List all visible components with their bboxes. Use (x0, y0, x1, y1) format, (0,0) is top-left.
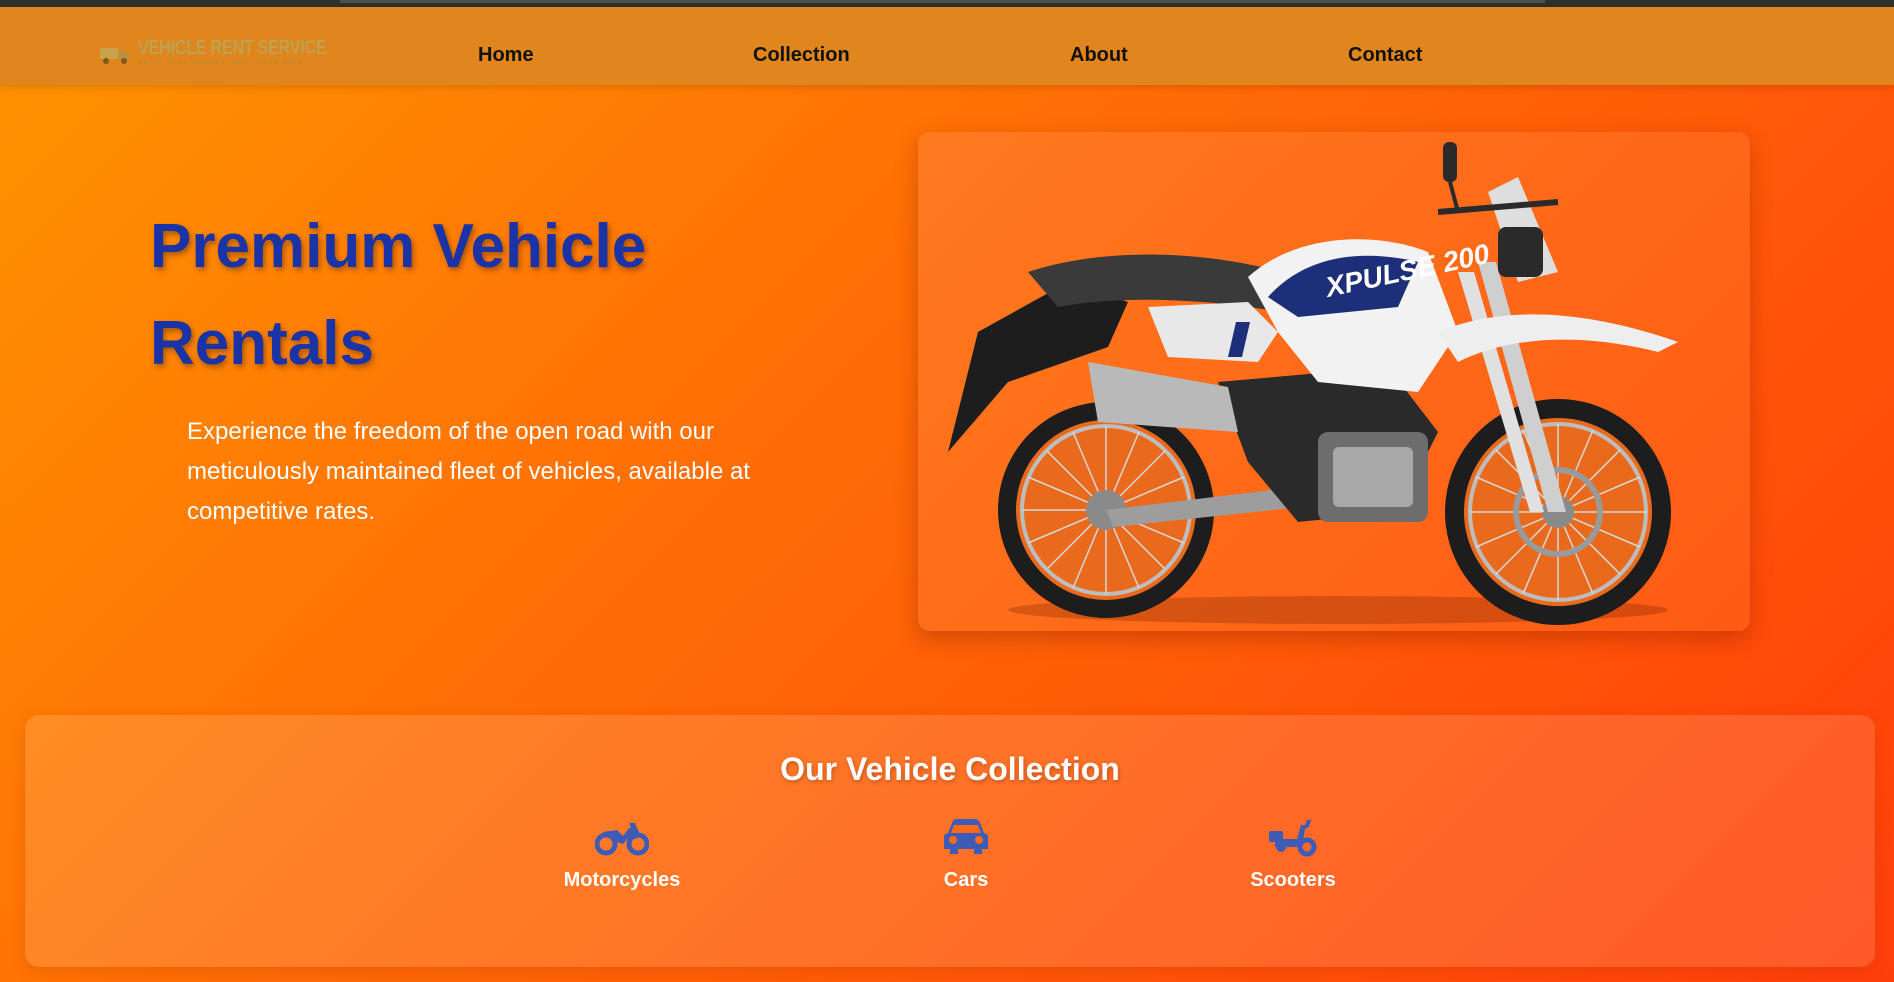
scrollbar-track (340, 0, 1545, 3)
hero-title: Premium Vehicle Rentals (150, 212, 647, 378)
car-icon (944, 819, 988, 854)
category-scooters[interactable]: Scooters (1193, 817, 1393, 892)
motorcycle-icon (595, 823, 649, 856)
nav-about[interactable]: About (1070, 44, 1128, 67)
category-label-scooters: Scooters (1250, 869, 1336, 891)
scooter-icon (1269, 820, 1317, 857)
hero-image-card: XPULSE 200 (918, 132, 1750, 631)
logo-tagline: DRIVE YOUR DREAMS, RENT YOUR RIDE (138, 60, 304, 66)
truck-logo-icon (100, 48, 130, 64)
browser-top-strip (0, 0, 1894, 7)
logo-text: VEHICLE RENT SERVICE (138, 37, 327, 59)
vehicle-collection-section: Our Vehicle Collection Motorcycles Cars … (25, 715, 1875, 967)
category-cars[interactable]: Cars (866, 817, 1066, 892)
motorcycle-image: XPULSE 200 (948, 142, 1678, 625)
navbar: VEHICLE RENT SERVICE DRIVE YOUR DREAMS, … (0, 7, 1894, 85)
nav-collection[interactable]: Collection (753, 44, 850, 67)
hero-description: Experience the freedom of the open road … (187, 418, 750, 525)
category-motorcycles[interactable]: Motorcycles (522, 817, 722, 892)
collection-title: Our Vehicle Collection (780, 751, 1120, 787)
brand-logo[interactable]: VEHICLE RENT SERVICE DRIVE YOUR DREAMS, … (98, 33, 327, 67)
nav-contact[interactable]: Contact (1348, 44, 1422, 67)
nav-home[interactable]: Home (478, 44, 534, 67)
category-label-motorcycles: Motorcycles (563, 869, 681, 891)
category-label-cars: Cars (943, 869, 989, 891)
